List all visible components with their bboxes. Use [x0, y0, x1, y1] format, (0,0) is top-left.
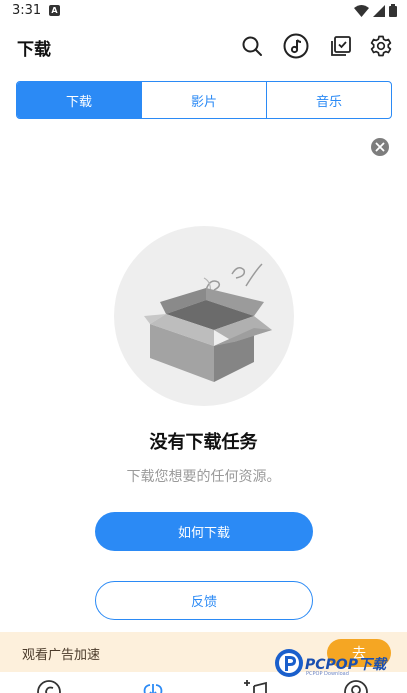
page-title: 下载	[17, 40, 51, 60]
battery-icon	[389, 4, 397, 17]
pcpop-watermark: PCPOP下载 PCPOP Download	[274, 648, 402, 678]
empty-title: 没有下载任务	[149, 432, 258, 453]
segment-tabs: 下载 影片 音乐	[16, 81, 392, 119]
tab-movies[interactable]: 影片	[141, 82, 266, 118]
empty-subtitle: 下载您想要的任何资源。	[126, 469, 281, 485]
music-disc-icon[interactable]	[283, 33, 309, 59]
app-header: 下载	[0, 24, 407, 70]
nav-profile-icon[interactable]	[343, 678, 369, 693]
empty-box-icon	[144, 263, 272, 382]
edit-check-icon[interactable]	[329, 34, 353, 58]
feedback-button[interactable]: 反馈	[95, 581, 313, 620]
close-icon[interactable]	[371, 138, 389, 156]
wifi-icon	[354, 4, 369, 17]
nav-download-icon[interactable]	[140, 678, 166, 693]
status-bar: 3:31 A	[0, 0, 407, 24]
ad-banner-text: 观看广告加速	[22, 648, 101, 663]
tab-download[interactable]: 下载	[17, 82, 141, 118]
empty-illustration	[114, 226, 294, 406]
signal-icon	[373, 4, 385, 17]
how-to-download-button[interactable]: 如何下载	[95, 512, 313, 551]
nav-home-icon[interactable]	[36, 678, 62, 693]
notification-icon: A	[49, 5, 60, 16]
watermark-sub: PCPOP Download	[306, 671, 349, 677]
nav-music-add-icon[interactable]	[242, 678, 268, 693]
tab-music[interactable]: 音乐	[266, 82, 391, 118]
status-time: 3:31	[12, 3, 42, 18]
status-icons	[354, 4, 397, 17]
search-icon[interactable]	[240, 34, 264, 58]
pcpop-logo-icon	[275, 649, 303, 677]
gear-icon[interactable]	[369, 34, 393, 58]
